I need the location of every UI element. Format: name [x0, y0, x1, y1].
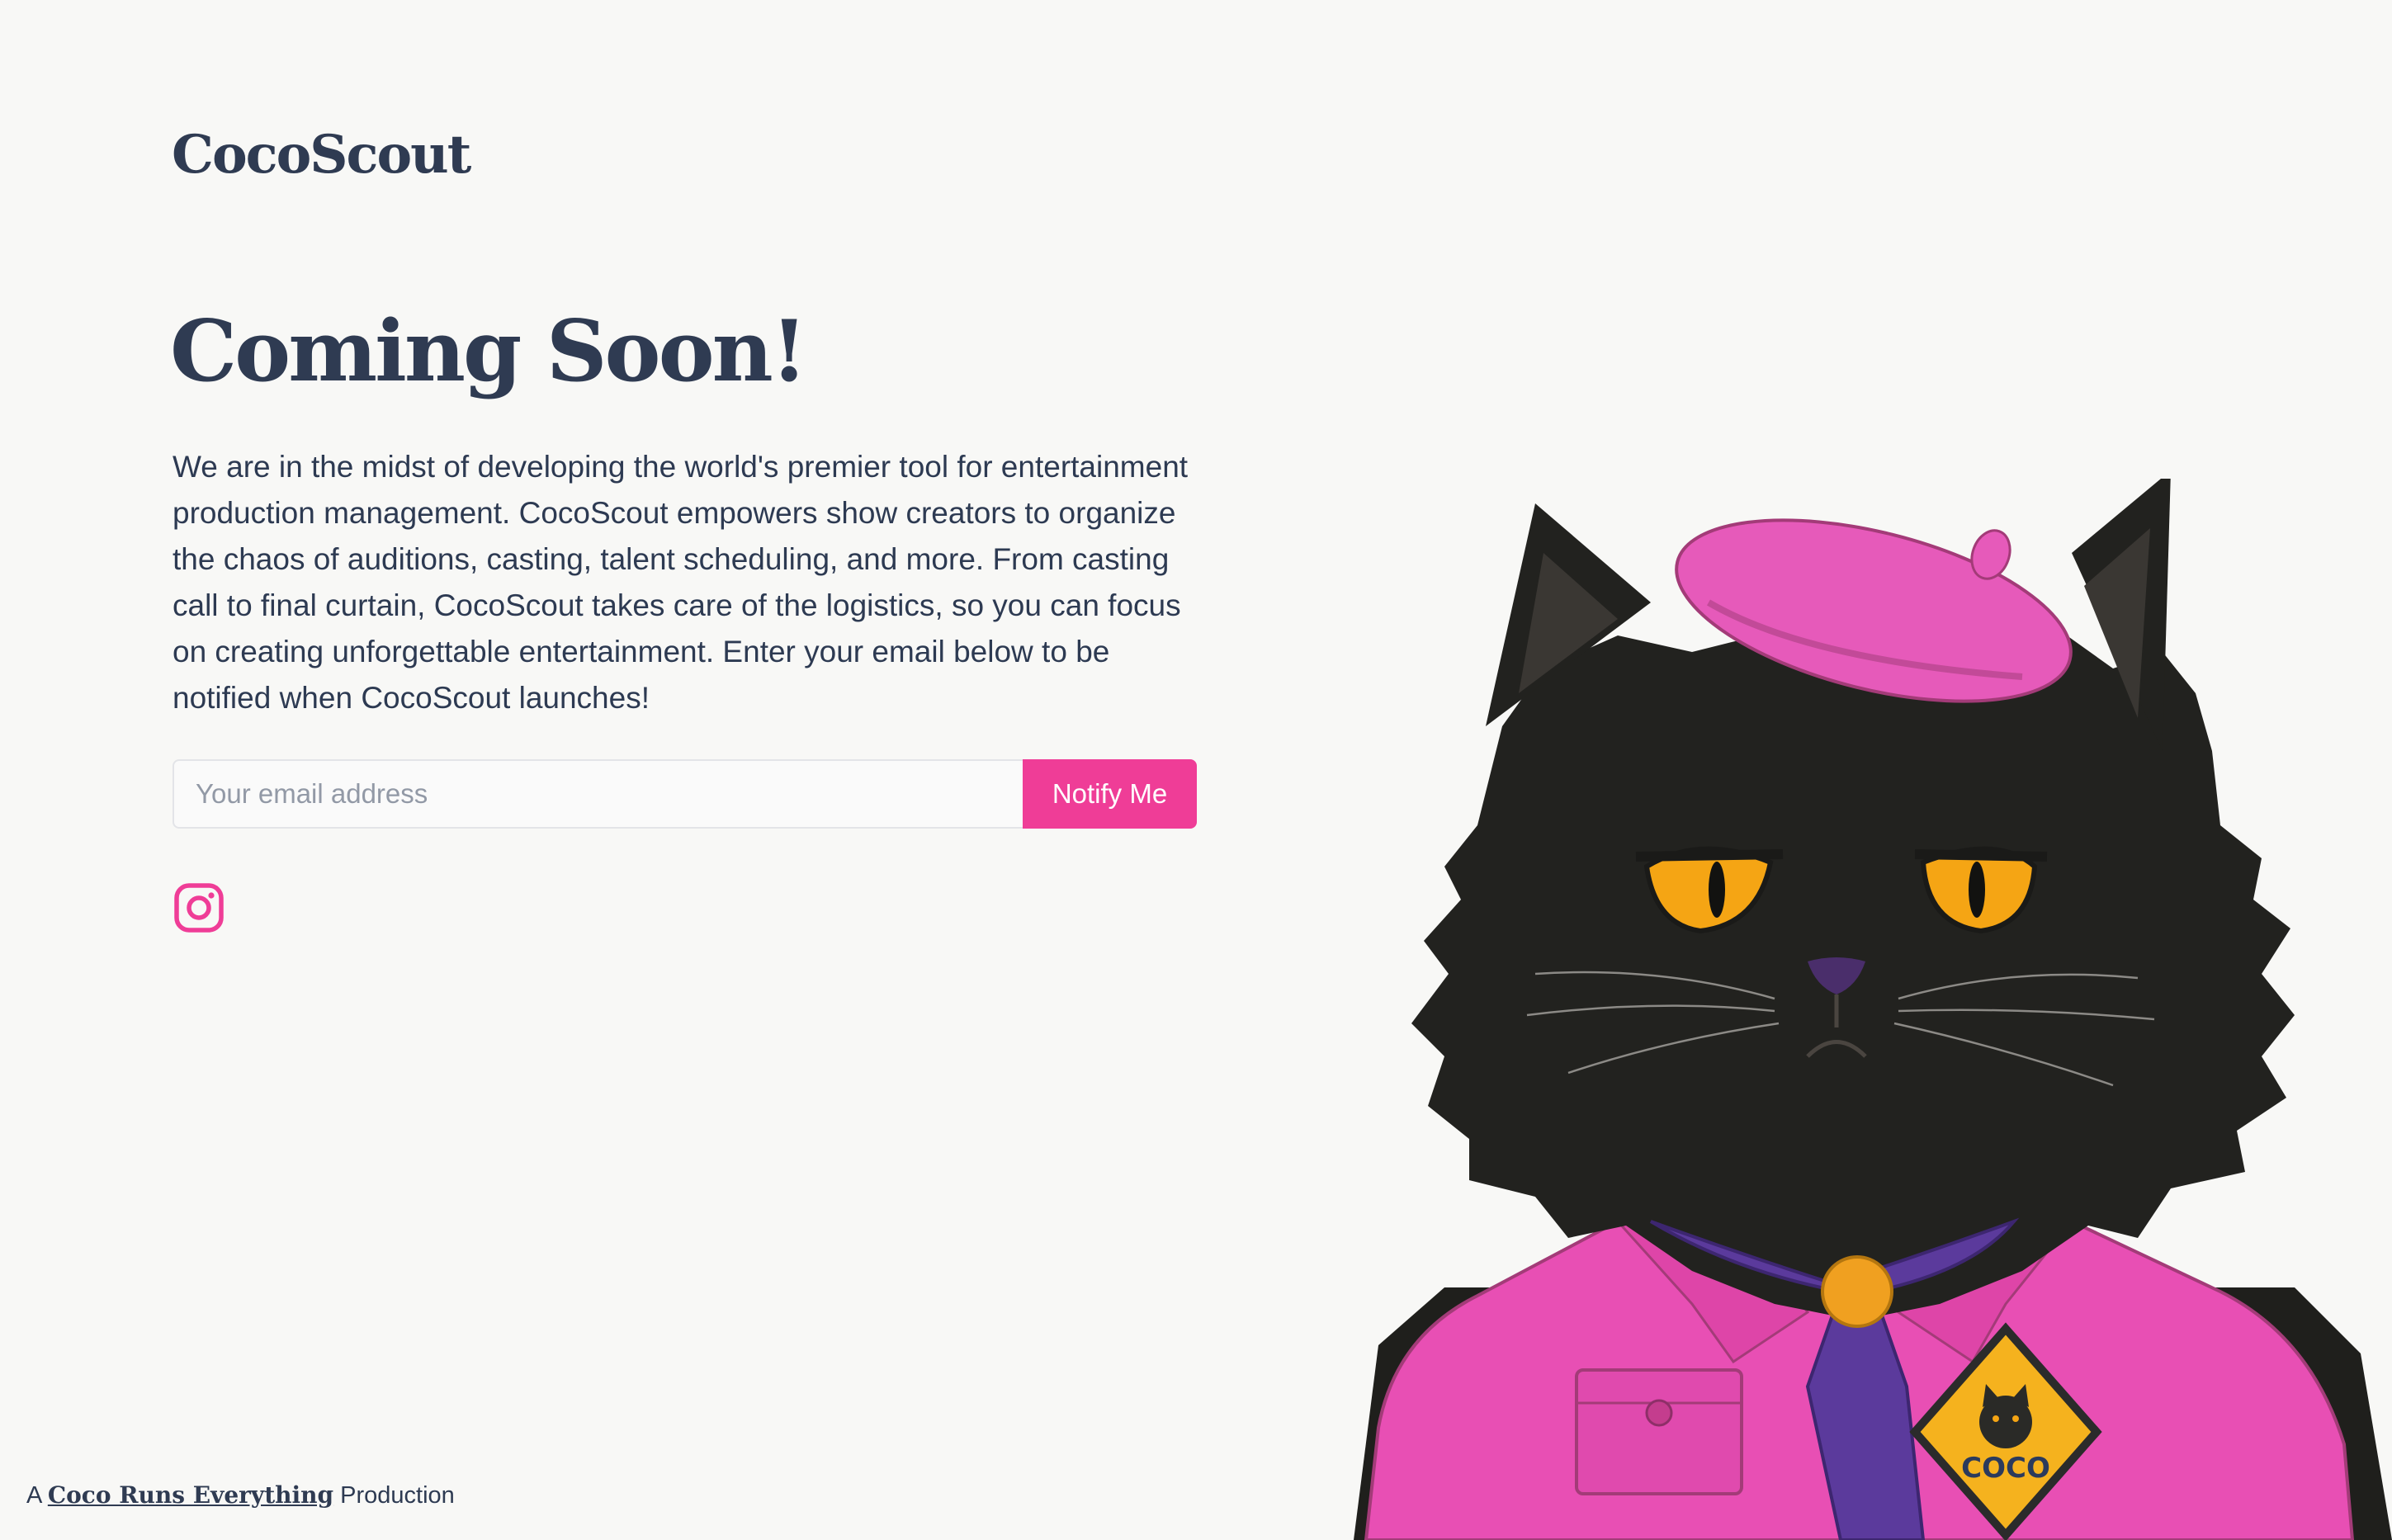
cat-scout-illustration: COCO: [1354, 479, 2392, 1540]
badge-text: COCO: [1961, 1452, 2050, 1485]
shirt-button: [1645, 1399, 1673, 1427]
instagram-link[interactable]: [173, 882, 225, 933]
coco-runs-everything-link[interactable]: Coco Runs Everything: [48, 1481, 333, 1509]
footer-prefix: A: [26, 1482, 41, 1509]
notify-me-button[interactable]: Notify Me: [1023, 759, 1197, 829]
scarf-knot: [1821, 1255, 1893, 1328]
intro-paragraph: We are in the midst of developing the wo…: [173, 450, 1189, 715]
shirt-pocket: [1575, 1368, 1743, 1495]
page-title: Coming Soon!: [170, 302, 808, 401]
footer-credit: A Coco Runs Everything Production: [26, 1481, 455, 1509]
signup-form: Notify Me: [173, 759, 1197, 829]
email-input[interactable]: [173, 759, 1023, 829]
brand-logo[interactable]: CocoScout: [172, 124, 471, 186]
footer-suffix: Production: [340, 1482, 455, 1509]
instagram-icon: [174, 883, 224, 933]
